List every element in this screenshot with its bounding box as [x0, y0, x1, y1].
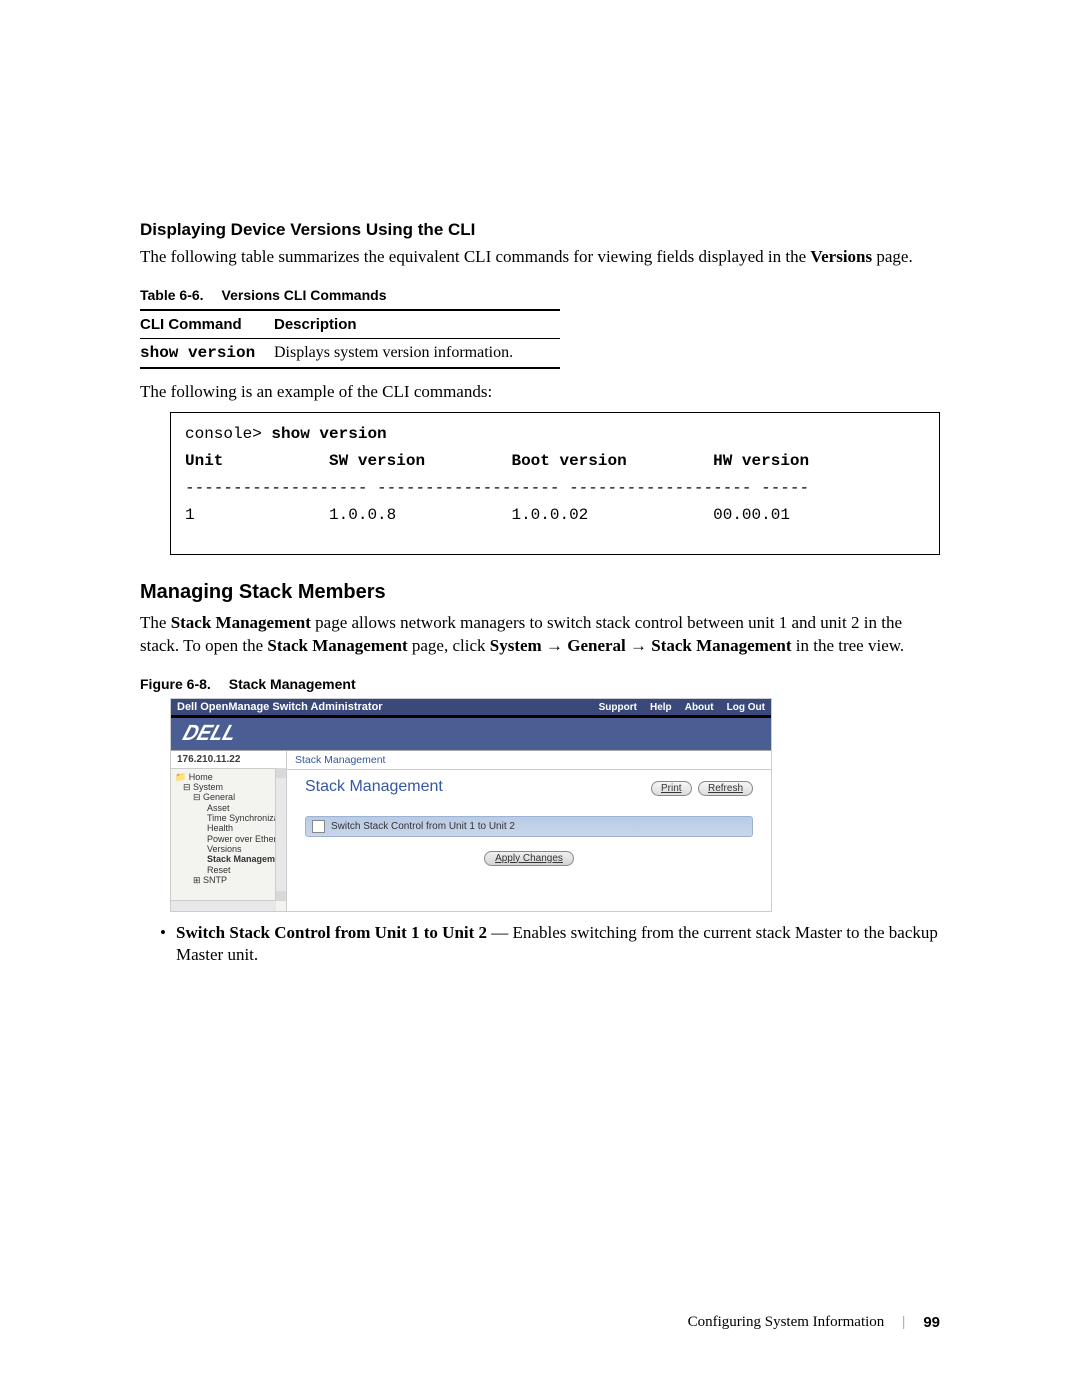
logout-link[interactable]: Log Out [727, 702, 765, 713]
text-bold: Stack Management [267, 636, 407, 655]
logo-bar: DELL [171, 718, 771, 750]
dell-logo: DELL [181, 720, 238, 745]
text-bold: System [490, 636, 542, 655]
table-header: Description [274, 310, 560, 339]
footer-chapter: Configuring System Information [688, 1314, 885, 1331]
support-link[interactable]: Support [599, 702, 637, 713]
cli-col: HW version [713, 452, 809, 470]
heading-stack: Managing Stack Members [140, 581, 940, 604]
cli-val: 1.0.0.8 [329, 506, 396, 524]
arrow: → [542, 636, 568, 655]
cli-val: 00.00.01 [713, 506, 790, 524]
text: in the tree view. [792, 636, 905, 655]
about-link[interactable]: About [685, 702, 714, 713]
arrow: → [626, 636, 652, 655]
text: page. [872, 247, 913, 266]
breadcrumb: Stack Management [287, 751, 771, 770]
tree-item-asset[interactable]: Asset [175, 803, 284, 813]
text: The [140, 613, 171, 632]
text: The following table summarizes the equiv… [140, 247, 810, 266]
cli-prompt: console> [185, 425, 271, 443]
switch-control-checkbox[interactable] [312, 820, 325, 833]
page-footer: Configuring System Information | 99 [688, 1314, 940, 1331]
heading-cli: Displaying Device Versions Using the CLI [140, 220, 940, 240]
bullet-sep: — [487, 923, 513, 942]
bullet-marker: • [160, 922, 176, 968]
tree-item-sntp[interactable]: ⊞ SNTP [175, 875, 284, 885]
app-titlebar: Dell OpenManage Switch Administrator Sup… [171, 699, 771, 718]
text-bold: Stack Management [171, 613, 311, 632]
para-stack: The Stack Management page allows network… [140, 612, 940, 658]
cli-commands-table: CLI Command Description show version Dis… [140, 309, 560, 369]
nav-tree[interactable]: 176.210.11.22 📁 Home ⊟ System ⊟ General … [171, 751, 287, 911]
para-example: The following is an example of the CLI c… [140, 381, 940, 404]
cli-col: Unit [185, 452, 223, 470]
bullet-item: • Switch Stack Control from Unit 1 to Un… [160, 922, 940, 968]
switch-control-label: Switch Stack Control from Unit 1 to Unit… [331, 821, 515, 832]
tree-item-health[interactable]: Health [175, 823, 284, 833]
tree-item-timesync[interactable]: Time Synchroniza [175, 813, 284, 823]
table-header: CLI Command [140, 310, 274, 339]
cli-val: 1 [185, 506, 195, 524]
page-number: 99 [923, 1314, 940, 1331]
para-cli-intro: The following table summarizes the equiv… [140, 246, 940, 269]
help-link[interactable]: Help [650, 702, 672, 713]
switch-control-row: Switch Stack Control from Unit 1 to Unit… [305, 816, 753, 837]
tree-item-poe[interactable]: Power over Ethern [175, 834, 284, 844]
device-ip: 176.210.11.22 [171, 751, 286, 769]
text-bold: General [567, 636, 626, 655]
header-links: Support Help About Log Out [589, 701, 765, 713]
logo-text: DELL [180, 720, 240, 746]
tree-item-home[interactable]: 📁 Home [175, 772, 284, 782]
caption-number: Table 6-6. [140, 287, 204, 303]
tree-items: 📁 Home ⊟ System ⊟ General Asset Time Syn… [171, 769, 286, 886]
main-panel: Stack Management Stack Management Print … [287, 751, 771, 911]
figure-caption: Figure 6-8. Stack Management [140, 676, 940, 692]
scrollbar-horizontal[interactable] [171, 900, 276, 911]
tree-item-stack-management[interactable]: Stack Managem [175, 854, 284, 864]
cli-output-block: console> show version Unit SW version Bo… [170, 412, 940, 555]
figure-screenshot: Dell OpenManage Switch Administrator Sup… [170, 698, 772, 912]
cli-dashes: ------------------- ------------------- … [185, 479, 809, 497]
bullet-label: Switch Stack Control from Unit 1 to Unit… [176, 923, 487, 942]
tree-item-system[interactable]: ⊟ System [175, 782, 284, 792]
cli-typed-command: show version [271, 425, 386, 443]
tree-item-reset[interactable]: Reset [175, 865, 284, 875]
app-title: Dell OpenManage Switch Administrator [177, 701, 383, 713]
footer-separator: | [902, 1314, 905, 1331]
table-caption: Table 6-6. Versions CLI Commands [140, 287, 940, 303]
tree-item-general[interactable]: ⊟ General [175, 792, 284, 802]
table-row: show version Displays system version inf… [140, 338, 560, 368]
cli-col: Boot version [511, 452, 626, 470]
refresh-button[interactable]: Refresh [698, 781, 753, 796]
scrollbar-vertical[interactable] [275, 768, 286, 901]
text-bold: Stack Management [651, 636, 791, 655]
cli-col: SW version [329, 452, 425, 470]
caption-title: Stack Management [229, 676, 356, 692]
text: page, click [408, 636, 490, 655]
caption-number: Figure 6-8. [140, 676, 211, 692]
table-header-row: CLI Command Description [140, 310, 560, 339]
page-title: Stack Management [305, 778, 443, 796]
cli-description-cell: Displays system version information. [274, 338, 560, 368]
caption-title: Versions CLI Commands [222, 287, 387, 303]
apply-changes-button[interactable]: Apply Changes [484, 851, 574, 866]
cli-val: 1.0.0.02 [511, 506, 588, 524]
print-button[interactable]: Print [651, 781, 692, 796]
tree-item-versions[interactable]: Versions [175, 844, 284, 854]
cli-command-cell: show version [140, 338, 274, 368]
text-bold: Versions [810, 247, 872, 266]
